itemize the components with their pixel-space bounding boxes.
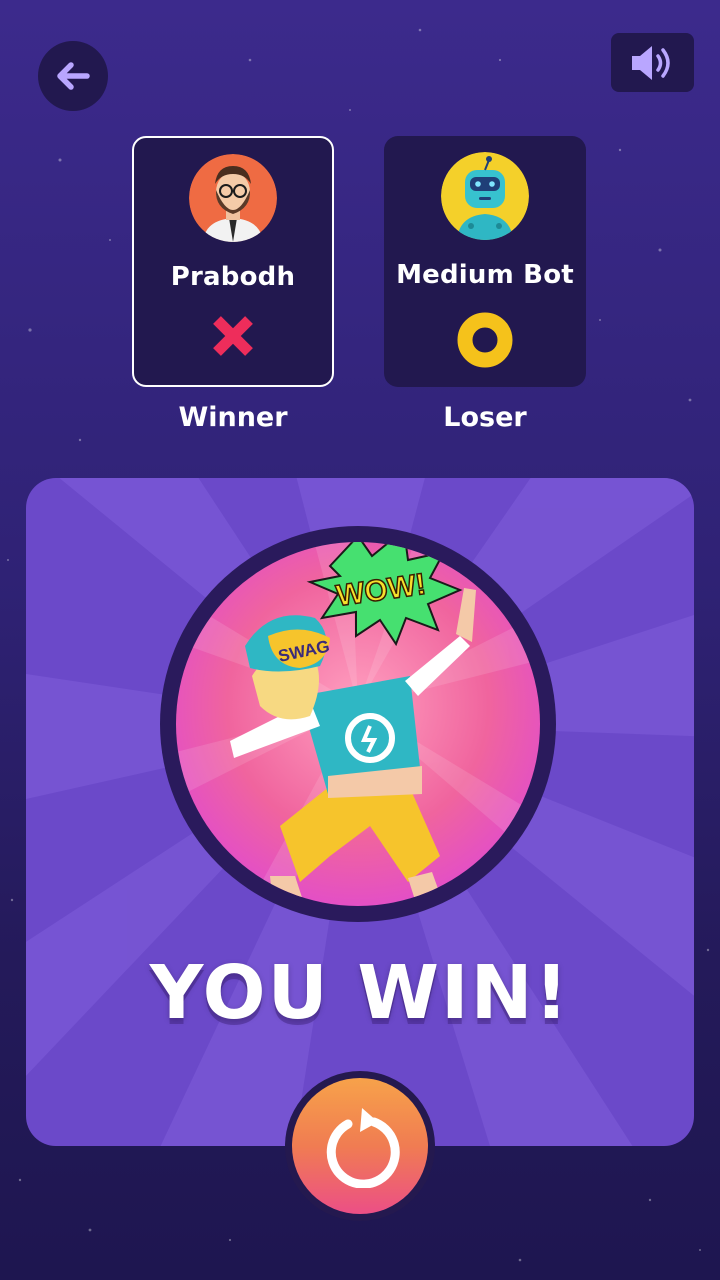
winner-label: Winner [178, 402, 288, 433]
dab-celebration-illustration: SWAG WOW! [160, 526, 556, 922]
circle-icon [457, 312, 513, 368]
sound-toggle-button[interactable] [611, 33, 694, 92]
man-avatar-icon [189, 154, 277, 242]
speaker-volume-icon [631, 45, 670, 80]
player-avatar [189, 154, 277, 242]
player-name: Prabodh [170, 262, 296, 292]
replay-icon [326, 1108, 400, 1188]
player-card-winner: Prabodh [132, 136, 334, 387]
robot-avatar-icon [441, 152, 529, 240]
replay-button-frame [285, 1071, 435, 1221]
arrow-left-icon [57, 62, 90, 90]
you-win-title: YOU WIN! [149, 950, 571, 1036]
cross-icon [213, 316, 253, 356]
replay-button[interactable] [292, 1078, 428, 1214]
player-name: Medium Bot [396, 260, 574, 290]
win-panel: SWAG WOW! YOU WIN! [26, 478, 694, 1146]
player-avatar [441, 152, 529, 240]
player-card-loser: Medium Bot [384, 136, 586, 387]
back-button[interactable] [38, 41, 108, 111]
loser-label: Loser [443, 402, 527, 433]
